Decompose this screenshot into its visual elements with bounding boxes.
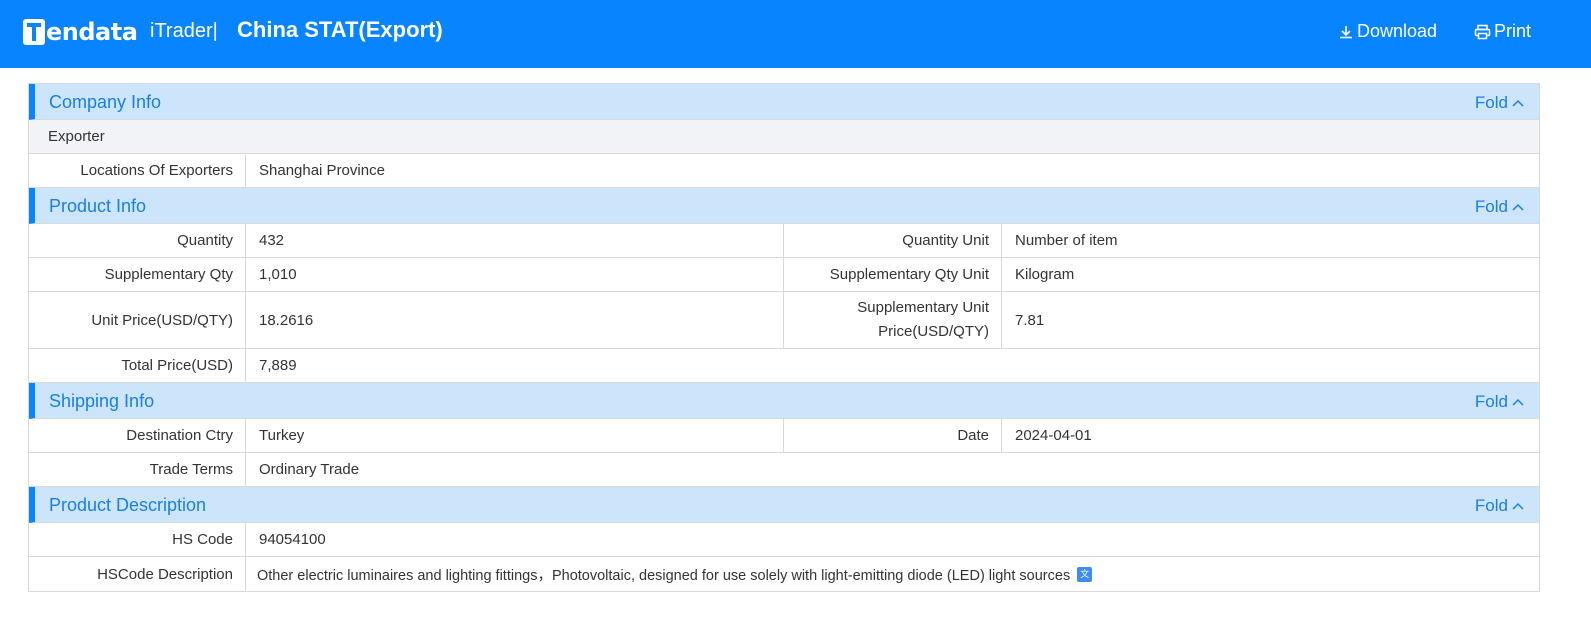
section-product-description: Product Description Fold <box>29 487 1539 523</box>
supp-qty-value: 1,010 <box>246 258 784 291</box>
printer-icon <box>1474 24 1491 39</box>
tendata-logo-icon <box>23 19 45 45</box>
chevron-up-icon <box>1512 502 1524 510</box>
supp-unit-price-label-line1: Supplementary Unit <box>857 299 989 316</box>
total-price-value: 7,889 <box>259 357 297 374</box>
fold-button[interactable]: Fold <box>1475 392 1524 412</box>
section-title: Product Description <box>49 495 207 515</box>
field-label: Total Price(USD) <box>29 349 246 382</box>
field-label: Trade Terms <box>29 453 246 486</box>
field-label: Supplementary Qty Unit <box>784 258 1002 291</box>
chevron-up-icon <box>1512 99 1524 107</box>
table-row: Locations Of Exporters Shanghai Province <box>29 154 1539 188</box>
page-title: China STAT(Export) <box>237 17 443 42</box>
field-label: Destination Ctry <box>29 419 246 452</box>
fold-button[interactable]: Fold <box>1475 496 1524 516</box>
date-value: 2024-04-01 <box>1015 427 1092 444</box>
section-company-info: Company Info Fold <box>29 84 1539 120</box>
chevron-up-icon <box>1512 203 1524 211</box>
detail-panel: Company Info Fold Exporter Locations Of … <box>28 83 1540 592</box>
field-label: Unit Price(USD/QTY) <box>29 292 246 348</box>
quantity-unit-value: Number of item <box>1015 232 1118 249</box>
hs-description-cell: Other electric luminaires and lighting f… <box>246 557 1093 591</box>
field-label: Date <box>784 419 1002 452</box>
fold-label: Fold <box>1474 93 1508 112</box>
download-icon <box>1340 25 1352 38</box>
section-product-info: Product Info Fold <box>29 188 1539 224</box>
supp-qty-unit-value: Kilogram <box>1015 266 1075 283</box>
chevron-up-icon <box>1512 398 1524 406</box>
field-label: Supplementary Qty <box>29 258 246 291</box>
translate-icon[interactable]: 文 <box>1077 566 1093 582</box>
print-label: Print <box>1494 21 1532 41</box>
table-row: HS Code 94054100 <box>29 523 1539 557</box>
field-label: HS Code <box>29 523 246 556</box>
quantity-value: 432 <box>246 224 784 257</box>
download-label: Download <box>1357 21 1438 41</box>
fold-label: Fold <box>1474 496 1508 515</box>
fold-label: Fold <box>1474 392 1508 411</box>
tendata-logo[interactable]: endata <box>23 18 138 46</box>
table-row: Supplementary Qty 1,010 Supplementary Qt… <box>29 258 1539 292</box>
supp-unit-price-label-line2: Price(USD/QTY) <box>878 323 989 340</box>
unit-price-value: 18.2616 <box>246 292 784 348</box>
supp-unit-price-value: 7.81 <box>1015 311 1045 329</box>
table-row: Total Price(USD) 7,889 <box>29 349 1539 383</box>
hs-code-value: 94054100 <box>259 531 326 548</box>
download-button[interactable]: Download <box>1338 21 1437 42</box>
fold-button[interactable]: Fold <box>1475 93 1524 113</box>
field-label: Locations Of Exporters <box>29 154 246 187</box>
logo-text: endata <box>46 18 138 46</box>
hs-description-value: Other electric luminaires and lighting f… <box>257 567 1071 584</box>
field-label: Quantity <box>29 224 246 257</box>
print-button[interactable]: Print <box>1474 21 1531 42</box>
trade-terms-value: Ordinary Trade <box>259 461 360 478</box>
fold-label: Fold <box>1474 197 1508 216</box>
field-label: Quantity Unit <box>784 224 1002 257</box>
field-label: Supplementary Unit Price(USD/QTY) <box>784 292 1002 348</box>
table-row: Destination Ctry Turkey Date 2024-04-01 <box>29 419 1539 453</box>
table-row: Unit Price(USD/QTY) 18.2616 Supplementar… <box>29 292 1539 349</box>
section-title: Product Info <box>49 196 147 216</box>
fold-button[interactable]: Fold <box>1475 197 1524 217</box>
table-row: HSCode Description Other electric lumina… <box>29 557 1539 592</box>
table-row: Trade Terms Ordinary Trade <box>29 453 1539 487</box>
section-shipping-info: Shipping Info Fold <box>29 383 1539 419</box>
field-label: HSCode Description <box>29 557 246 591</box>
section-title: Company Info <box>49 92 162 112</box>
section-title: Shipping Info <box>49 391 155 411</box>
destination-value: Turkey <box>246 419 784 452</box>
table-row: Quantity 432 Quantity Unit Number of ite… <box>29 224 1539 258</box>
exporter-location-value: Shanghai Province <box>259 162 385 179</box>
top-bar: endata iTrader| China STAT(Export) Downl… <box>0 0 1591 68</box>
exporter-subheading: Exporter <box>29 120 1539 154</box>
product-name: iTrader| <box>150 20 218 42</box>
